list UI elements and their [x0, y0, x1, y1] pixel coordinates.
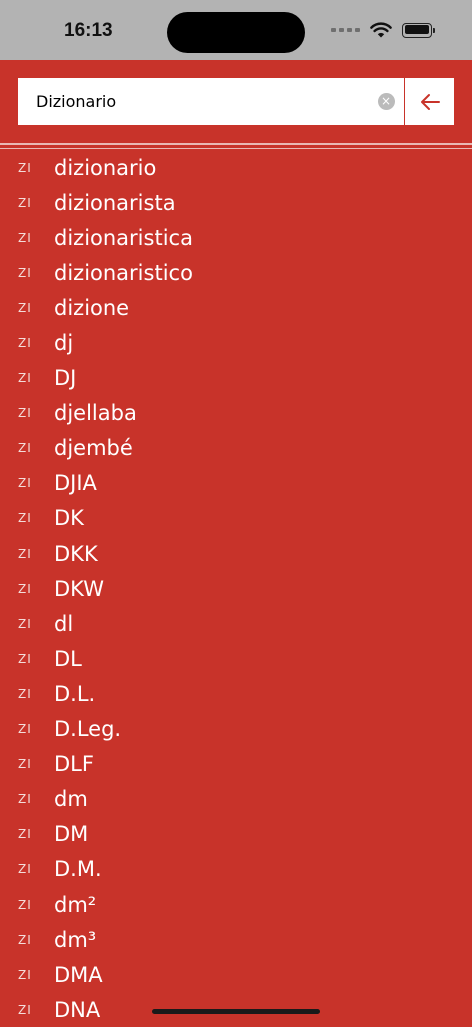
result-item[interactable]: ZI DKW — [0, 571, 472, 606]
status-bar: 16:13 — [0, 0, 472, 60]
results-list: ZI dizionario ZI dizionarista ZI dizionaristi… — [0, 150, 472, 1027]
result-language-code: ZI — [18, 1002, 32, 1017]
search-header: × — [0, 60, 472, 148]
result-language-code: ZI — [18, 967, 32, 982]
result-word: DMA — [54, 962, 103, 987]
result-language-code: ZI — [18, 546, 32, 561]
wifi-icon — [370, 22, 392, 38]
result-language-code: ZI — [18, 722, 32, 737]
result-word: dizionarista — [54, 190, 176, 215]
arrow-left-icon — [420, 93, 440, 110]
result-item[interactable]: ZI dm² — [0, 887, 472, 922]
result-word: djembé — [54, 436, 133, 461]
result-item[interactable]: ZI dm³ — [0, 922, 472, 957]
result-language-code: ZI — [18, 581, 32, 596]
result-word: D.M. — [54, 857, 102, 882]
result-language-code: ZI — [18, 265, 32, 280]
result-language-code: ZI — [18, 195, 32, 210]
result-word: dm² — [54, 892, 97, 917]
result-word: DJ — [54, 366, 77, 391]
header-divider — [0, 143, 472, 145]
result-item[interactable]: ZI DLF — [0, 747, 472, 782]
result-language-code: ZI — [18, 371, 32, 386]
result-item[interactable]: ZI D.M. — [0, 852, 472, 887]
back-button[interactable] — [404, 78, 454, 125]
result-language-code: ZI — [18, 792, 32, 807]
result-language-code: ZI — [18, 300, 32, 315]
result-word: dizionaristico — [54, 260, 193, 285]
result-language-code: ZI — [18, 511, 32, 526]
result-language-code: ZI — [18, 476, 32, 491]
result-language-code: ZI — [18, 757, 32, 772]
result-item[interactable]: ZI D.Leg. — [0, 712, 472, 747]
dynamic-island — [167, 12, 305, 53]
result-item[interactable]: ZI dj — [0, 325, 472, 360]
result-word: dm — [54, 787, 88, 812]
result-language-code: ZI — [18, 897, 32, 912]
status-time: 16:13 — [64, 20, 113, 41]
result-item[interactable]: ZI dizionaristica — [0, 220, 472, 255]
result-language-code: ZI — [18, 827, 32, 842]
result-item[interactable]: ZI dizionarista — [0, 185, 472, 220]
result-item[interactable]: ZI dm — [0, 782, 472, 817]
result-item[interactable]: ZI dl — [0, 606, 472, 641]
result-item[interactable]: ZI DM — [0, 817, 472, 852]
result-word: DLF — [54, 752, 94, 777]
result-item[interactable]: ZI dizionaristico — [0, 255, 472, 290]
result-item[interactable]: ZI dizione — [0, 290, 472, 325]
result-item[interactable]: ZI DKK — [0, 536, 472, 571]
status-icons — [331, 22, 435, 38]
result-word: dm³ — [54, 927, 97, 952]
result-word: DKW — [54, 576, 104, 601]
result-language-code: ZI — [18, 862, 32, 877]
result-word: DJIA — [54, 471, 97, 496]
result-language-code: ZI — [18, 686, 32, 701]
clear-search-button[interactable]: × — [368, 78, 404, 125]
result-item[interactable]: ZI DMA — [0, 957, 472, 992]
result-item[interactable]: ZI dizionario — [0, 150, 472, 185]
result-word: DM — [54, 822, 89, 847]
result-word: DNA — [54, 997, 101, 1022]
battery-icon — [402, 22, 435, 38]
result-word: DK — [54, 506, 84, 531]
result-word: dizione — [54, 295, 130, 320]
result-language-code: ZI — [18, 230, 32, 245]
header-divider-secondary — [0, 148, 472, 149]
result-item[interactable]: ZI djembé — [0, 431, 472, 466]
result-word: dj — [54, 331, 74, 356]
cellular-signal-icon — [331, 28, 360, 32]
clear-circle-icon: × — [377, 93, 395, 110]
result-item[interactable]: ZI DK — [0, 501, 472, 536]
search-box: × — [18, 78, 454, 125]
result-word: D.Leg. — [54, 717, 122, 742]
result-language-code: ZI — [18, 932, 32, 947]
result-word: dizionario — [54, 155, 157, 180]
result-item[interactable]: ZI DJ — [0, 361, 472, 396]
result-language-code: ZI — [18, 441, 32, 456]
search-input[interactable] — [18, 78, 368, 125]
result-word: D.L. — [54, 681, 96, 706]
result-word: DL — [54, 646, 82, 671]
result-language-code: ZI — [18, 336, 32, 351]
result-item[interactable]: ZI DL — [0, 641, 472, 676]
result-language-code: ZI — [18, 616, 32, 631]
result-item[interactable]: ZI djellaba — [0, 396, 472, 431]
result-item[interactable]: ZI D.L. — [0, 676, 472, 711]
result-language-code: ZI — [18, 651, 32, 666]
result-word: dl — [54, 611, 74, 636]
result-word: DKK — [54, 541, 98, 566]
result-item[interactable]: ZI DJIA — [0, 466, 472, 501]
home-indicator — [152, 1009, 320, 1014]
result-word: djellaba — [54, 401, 137, 426]
result-word: dizionaristica — [54, 225, 193, 250]
result-language-code: ZI — [18, 160, 32, 175]
result-language-code: ZI — [18, 406, 32, 421]
